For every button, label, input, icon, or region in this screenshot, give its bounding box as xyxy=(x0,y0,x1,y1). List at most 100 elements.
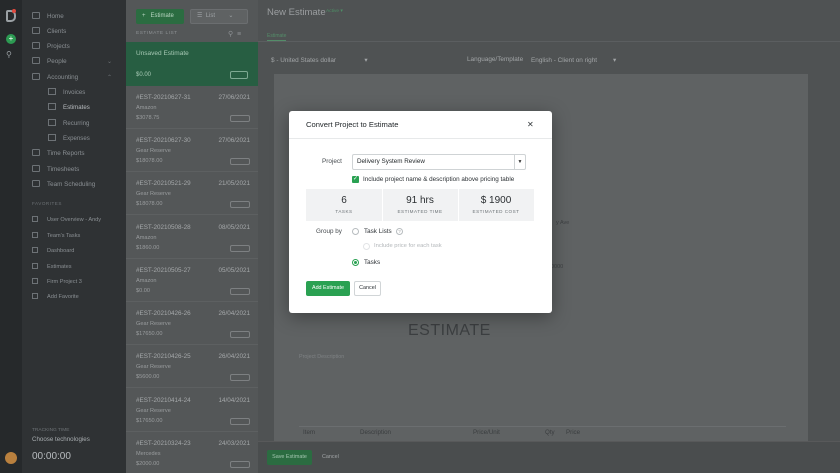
group-by-task-lists-radio[interactable] xyxy=(352,228,359,235)
column-header: Qty xyxy=(545,429,555,436)
save-estimate-button[interactable]: Save Estimate xyxy=(267,450,312,465)
list-item[interactable]: #EST-20210505-27 05/05/2021 Amazon $0.00 xyxy=(126,259,258,302)
help-icon[interactable]: ? xyxy=(396,228,403,235)
sidebar-item-time-reports[interactable]: Time Reports xyxy=(32,148,85,160)
sidebar-item-team-scheduling[interactable]: Team Scheduling xyxy=(32,179,95,191)
list-item-unsaved[interactable]: Unsaved Estimate $0.00 xyxy=(126,42,258,86)
estimate-amount: $5600.00 xyxy=(136,374,160,380)
list-caption: ESTIMATE LIST xyxy=(136,31,178,36)
project-description-input[interactable]: Project Description xyxy=(299,354,344,360)
favorite-icon xyxy=(32,216,38,222)
status-badge xyxy=(230,374,250,381)
list-item[interactable]: #EST-20210324-23 24/03/2021 Mercedes $2000.… xyxy=(126,432,258,473)
timer-display[interactable]: 00:00:00 xyxy=(32,451,71,462)
favorite-item[interactable]: Dashboard xyxy=(32,247,74,254)
icon-rail: + ⚲ xyxy=(0,0,22,473)
sidebar-item-expenses[interactable]: Expenses xyxy=(48,133,90,145)
estimate-date: 26/04/2021 xyxy=(218,310,250,317)
favorite-icon xyxy=(32,247,38,253)
search-icon[interactable]: ⚲ xyxy=(228,31,233,38)
sidebar-item-estimates[interactable]: Estimates xyxy=(48,102,90,114)
estimate-number: #EST-20210426-25 xyxy=(136,353,191,360)
cancel-button[interactable]: Cancel xyxy=(322,450,339,465)
list-item[interactable]: #EST-20210627-31 27/06/2021 Amazon $3078.75 xyxy=(126,86,258,129)
estimate-client: Gear Reserve xyxy=(136,321,171,327)
favorite-item[interactable]: Estimates xyxy=(32,263,72,270)
timer-task[interactable]: Choose technologies xyxy=(32,436,90,443)
view-mode-select[interactable]: ☰ List ⌄ xyxy=(190,9,248,24)
search-icon[interactable]: ⚲ xyxy=(6,50,16,60)
list-item[interactable]: #EST-20210426-26 26/04/2021 Gear Reserve $1… xyxy=(126,302,258,345)
favorite-item[interactable]: Firm Project 3 xyxy=(32,278,82,285)
language-select[interactable]: English - Client on right ▾ xyxy=(531,56,616,64)
status-dropdown[interactable]: Active ▾ xyxy=(326,9,343,14)
favorite-label: Add Favorite xyxy=(47,294,79,300)
estimate-list-panel: + Estimate ☰ List ⌄ ESTIMATE LIST ⚲ ≡ Un… xyxy=(126,0,258,473)
favorite-item[interactable]: Team's Tasks xyxy=(32,232,80,239)
chevron-down-icon[interactable]: ▼ xyxy=(514,155,525,169)
filter-icon[interactable]: ≡ xyxy=(237,31,241,38)
estimate-client: Mercedes xyxy=(136,451,161,457)
sidebar-item-invoices[interactable]: Invoices xyxy=(48,87,85,99)
sidebar-item-label: Accounting xyxy=(47,74,79,81)
sidebar-item-clients[interactable]: Clients xyxy=(32,26,66,38)
favorite-item[interactable]: User Overview - Andy xyxy=(32,216,101,223)
include-price-radio[interactable] xyxy=(363,243,370,250)
sidebar-item-accounting[interactable]: Accounting ⌃ xyxy=(32,72,120,84)
group-by-tasks-radio[interactable] xyxy=(352,259,359,266)
stat-label: ESTIMATED COST xyxy=(472,209,520,214)
estimate-client: Amazon xyxy=(136,105,157,111)
calendar-icon xyxy=(32,180,40,187)
list-item[interactable]: #EST-20210508-28 08/05/2021 Amazon $1860.00 xyxy=(126,216,258,259)
quick-add-icon[interactable]: + xyxy=(6,34,16,44)
modal-divider xyxy=(289,138,552,139)
group-by-tasks-label: Tasks xyxy=(364,259,381,266)
sidebar-item-label: Estimates xyxy=(63,104,90,111)
status-badge xyxy=(230,158,250,165)
list-tools: ⚲ ≡ xyxy=(228,30,241,38)
project-select[interactable]: Delivery System Review ▼ xyxy=(352,154,526,170)
stat-value: $ 1900 xyxy=(480,195,512,206)
estimate-amount: $18078.00 xyxy=(136,201,163,207)
tab-estimate[interactable]: Estimate xyxy=(267,33,287,41)
status-badge xyxy=(230,418,250,425)
include-description-checkbox[interactable]: ✓ xyxy=(352,176,359,183)
add-estimate-button[interactable]: Add Estimate xyxy=(306,281,350,296)
list-item[interactable]: #EST-20210627-30 27/06/2021 Gear Reserve $1… xyxy=(126,129,258,172)
estimate-amount: $0.00 xyxy=(136,72,152,78)
estimate-client: Amazon xyxy=(136,278,157,284)
project-label: Project xyxy=(322,158,342,165)
include-description-label: Include project name & description above… xyxy=(363,176,515,183)
estimate-date: 24/03/2021 xyxy=(218,440,250,447)
estimate-number: #EST-20210627-31 xyxy=(136,94,191,101)
currency-select[interactable]: $ - United States dollar ▾ xyxy=(271,56,368,64)
list-item[interactable]: #EST-20210414-24 14/04/2021 Gear Reserve $1… xyxy=(126,389,258,432)
sidebar-item-recurring[interactable]: Recurring xyxy=(48,118,89,130)
estimate-client: Gear Reserve xyxy=(136,408,171,414)
sidebar-item-home[interactable]: Home xyxy=(32,11,64,23)
list-item[interactable]: #EST-20210426-25 26/04/2021 Gear Reserve $5… xyxy=(126,345,258,388)
list-item[interactable]: #EST-20210521-29 21/05/2021 Gear Reserve $1… xyxy=(126,172,258,215)
estimate-amount: $3078.75 xyxy=(136,115,160,121)
estimate-date: 27/06/2021 xyxy=(218,137,250,144)
projects-icon xyxy=(32,42,40,49)
favorite-icon xyxy=(32,263,38,269)
clients-icon xyxy=(32,27,40,34)
zip-snippet: 0000 xyxy=(551,264,564,270)
favorite-icon xyxy=(32,232,38,238)
plus-icon xyxy=(32,293,38,299)
estimate-number: #EST-20210508-28 xyxy=(136,224,191,231)
close-icon[interactable]: ✕ xyxy=(527,120,534,129)
avatar[interactable] xyxy=(5,452,17,464)
modal-cancel-button[interactable]: Cancel xyxy=(354,281,381,296)
sidebar-item-projects[interactable]: Projects xyxy=(32,41,70,53)
sidebar-item-people[interactable]: People ⌄ xyxy=(32,56,120,68)
status-badge xyxy=(230,115,250,122)
add-favorite-link[interactable]: Add Favorite xyxy=(32,293,79,300)
estimate-title: Unsaved Estimate xyxy=(136,50,189,57)
favorite-icon xyxy=(32,278,38,284)
estimate-amount: $0.00 xyxy=(136,288,150,294)
add-estimate-button[interactable]: + Estimate xyxy=(136,9,184,24)
sidebar-item-timesheets[interactable]: Timesheets xyxy=(32,164,79,176)
editor-footer xyxy=(258,441,840,473)
